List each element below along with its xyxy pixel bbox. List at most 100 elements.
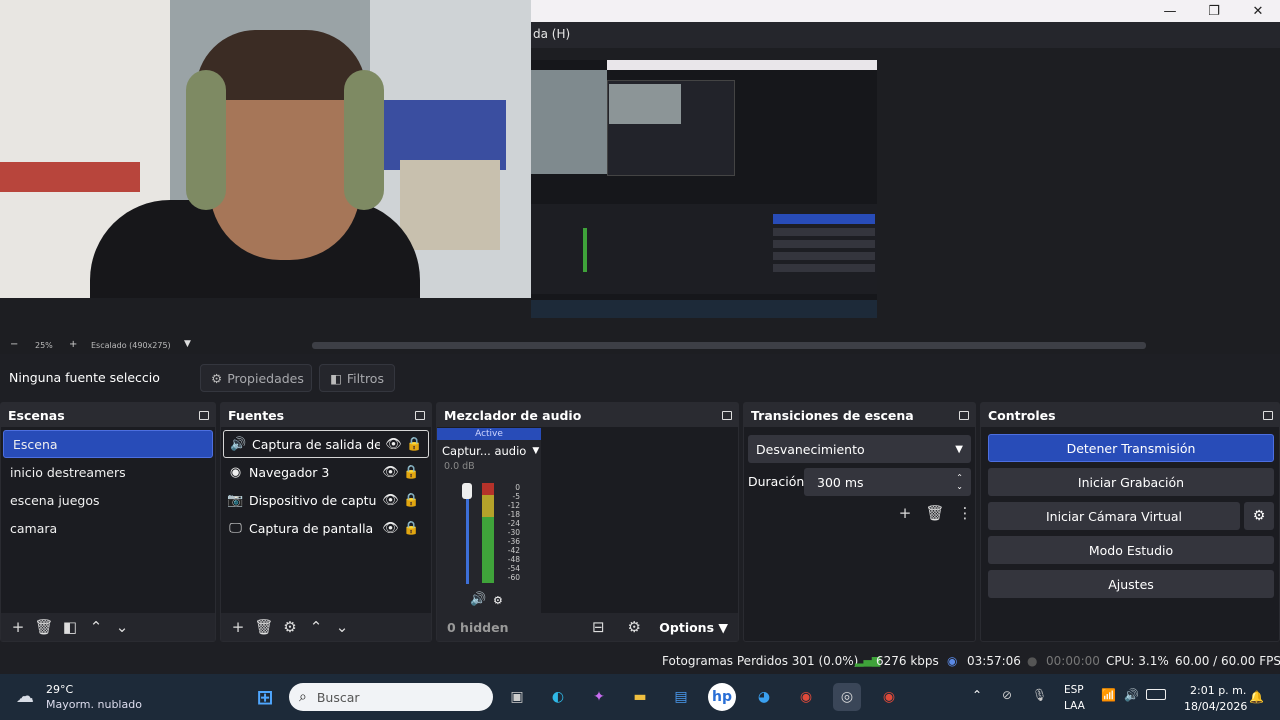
language-code[interactable]: ESP — [1064, 684, 1084, 696]
store-icon[interactable]: ▤ — [667, 683, 695, 711]
scale-dropdown-icon[interactable]: ▼ — [184, 339, 191, 349]
add-source-icon[interactable]: + — [227, 616, 249, 638]
undock-icon[interactable] — [1263, 410, 1273, 420]
chrome-icon[interactable]: ◉ — [792, 683, 820, 711]
source-item[interactable]: ◉ Navegador 3 👁 🔒 — [221, 458, 431, 486]
network-off-icon[interactable]: ⊘ — [1002, 688, 1012, 702]
stop-stream-button[interactable]: Detener Transmisión — [988, 434, 1274, 462]
task-view-icon[interactable]: ▣ — [503, 683, 531, 711]
meter-scale-label: -48 — [507, 555, 520, 564]
start-recording-button[interactable]: Iniciar Grabación — [988, 468, 1274, 496]
chevron-down-icon[interactable]: ⌄ — [111, 616, 133, 638]
hp-icon[interactable]: hp — [708, 683, 736, 711]
lock-icon[interactable]: 🔒 — [403, 493, 419, 508]
volume-slider-handle[interactable] — [462, 483, 472, 499]
advanced-audio-icon[interactable]: ⚙ — [623, 616, 645, 638]
clock-date[interactable]: 18/04/2026 — [1184, 700, 1247, 713]
trash-icon[interactable]: 🗑 — [33, 616, 55, 638]
lock-icon[interactable]: 🔒 — [403, 521, 419, 536]
trash-icon[interactable]: 🗑 — [253, 616, 275, 638]
zoom-in-button[interactable]: + — [69, 339, 77, 350]
options-label: Options — [659, 619, 715, 635]
copilot-icon[interactable]: ✦ — [585, 683, 613, 711]
obs-icon[interactable]: ◎ — [833, 683, 861, 711]
lock-icon[interactable]: 🔒 — [406, 437, 422, 452]
layout-icon[interactable]: ⊟ — [587, 616, 609, 638]
eye-icon[interactable]: 👁 — [385, 437, 402, 452]
studio-mode-button[interactable]: Modo Estudio — [988, 536, 1274, 564]
volume-slider-track[interactable] — [466, 488, 469, 584]
chevron-down-icon[interactable]: ▼ — [532, 446, 539, 456]
source-item[interactable]: 📷 Dispositivo de captura 👁 🔒 — [221, 486, 431, 514]
zoom-out-button[interactable]: − — [10, 339, 18, 350]
clock-time[interactable]: 2:01 p. m. — [1190, 684, 1246, 697]
undock-icon[interactable] — [415, 410, 425, 420]
file-explorer-icon[interactable]: ▬ — [626, 683, 654, 711]
source-item[interactable]: 🔊 Captura de salida de audio 👁 🔒 — [223, 430, 429, 458]
minimize-button[interactable]: — — [1148, 0, 1192, 22]
more-options-icon[interactable]: ⋮ — [954, 502, 976, 524]
duration-stepper[interactable]: ⌃ ⌄ — [956, 473, 963, 491]
virtual-camera-button[interactable]: Iniciar Cámara Virtual — [988, 502, 1240, 530]
undock-icon[interactable] — [959, 410, 969, 420]
controls-header: Controles — [981, 403, 1279, 427]
scene-item[interactable]: escena juegos — [1, 486, 215, 514]
lock-icon[interactable]: 🔒 — [403, 465, 419, 480]
meter-scale: 0 -5 -12 -18 -24 -30 -36 -42 -48 -54 -60 — [500, 483, 520, 583]
filter-icon[interactable]: ◧ — [59, 616, 81, 638]
weather-desc[interactable]: Mayorm. nublado — [46, 698, 142, 711]
edge-icon[interactable]: ◐ — [544, 683, 572, 711]
scene-item[interactable]: camara — [1, 514, 215, 542]
source-name: Dispositivo de captura — [249, 492, 377, 508]
search-box[interactable]: ⌕ Buscar — [289, 683, 493, 711]
scene-item[interactable]: Escena — [3, 430, 213, 458]
chevron-down-icon[interactable]: ⌄ — [331, 616, 353, 638]
transition-select[interactable]: Desvanecimiento ▼ — [748, 435, 971, 463]
app-icon[interactable]: ◕ — [750, 683, 778, 711]
settings-button[interactable]: Ajustes — [988, 570, 1274, 598]
chevron-up-icon[interactable]: ⌃ — [85, 616, 107, 638]
mixer-settings-icon[interactable]: ⚙ — [493, 594, 503, 607]
options-button[interactable]: Options ▼ — [659, 620, 728, 635]
transition-value: Desvanecimiento — [756, 441, 865, 457]
source-item[interactable]: 🖵 Captura de pantalla 2 👁 🔒 — [221, 514, 431, 542]
menu-item-view[interactable]: da (H) — [533, 27, 570, 41]
controls-dock: Controles Detener Transmisión Iniciar Gr… — [980, 402, 1280, 642]
meter-scale-label: 0 — [515, 483, 520, 492]
undock-icon[interactable] — [722, 410, 732, 420]
keyboard-layout[interactable]: LAA — [1064, 700, 1085, 712]
hidden-count: 0 hidden — [447, 619, 509, 635]
battery-icon[interactable] — [1146, 689, 1166, 700]
preview-scrollbar[interactable] — [312, 342, 1146, 349]
chevron-up-icon[interactable]: ⌃ — [972, 688, 982, 702]
gear-icon[interactable]: ⚙ — [1244, 502, 1274, 530]
scene-item[interactable]: inicio destreamers — [1, 458, 215, 486]
microphone-icon[interactable]: 🎙 — [1032, 688, 1047, 702]
stream-time: 03:57:06 — [967, 654, 1021, 668]
properties-button[interactable]: ⚙ Propiedades — [200, 364, 312, 392]
channel-status: Active — [437, 428, 541, 440]
volume-icon[interactable]: 🔊 — [1124, 688, 1139, 702]
undock-icon[interactable] — [199, 410, 209, 420]
eye-icon[interactable]: 👁 — [382, 493, 399, 508]
windows-start-icon[interactable]: ⊞ — [251, 683, 279, 711]
close-button[interactable]: ✕ — [1236, 0, 1280, 22]
notification-icon[interactable]: 🔔 — [1249, 690, 1264, 704]
eye-icon[interactable]: 👁 — [382, 521, 399, 536]
filters-button[interactable]: ◧ Filtros — [319, 364, 395, 392]
wifi-icon[interactable]: 📶 — [1101, 688, 1116, 702]
chevron-up-icon[interactable]: ⌃ — [305, 616, 327, 638]
eye-icon[interactable]: 👁 — [382, 465, 399, 480]
speaker-icon[interactable]: 🔊 — [470, 592, 486, 607]
chrome-icon[interactable]: ◉ — [875, 683, 903, 711]
weather-temp[interactable]: 29°C — [46, 683, 73, 696]
duration-input[interactable]: 300 ms ⌃ ⌄ — [804, 468, 971, 496]
maximize-button[interactable]: ❐ — [1192, 0, 1236, 22]
gear-icon[interactable]: ⚙ — [279, 616, 301, 638]
cloud-icon[interactable]: ☁ — [16, 686, 34, 707]
add-scene-icon[interactable]: + — [7, 616, 29, 638]
meter-scale-label: -60 — [507, 573, 520, 582]
filters-label: Filtros — [346, 370, 384, 386]
add-transition-icon[interactable]: + — [894, 502, 916, 524]
trash-icon[interactable]: 🗑 — [924, 502, 946, 524]
